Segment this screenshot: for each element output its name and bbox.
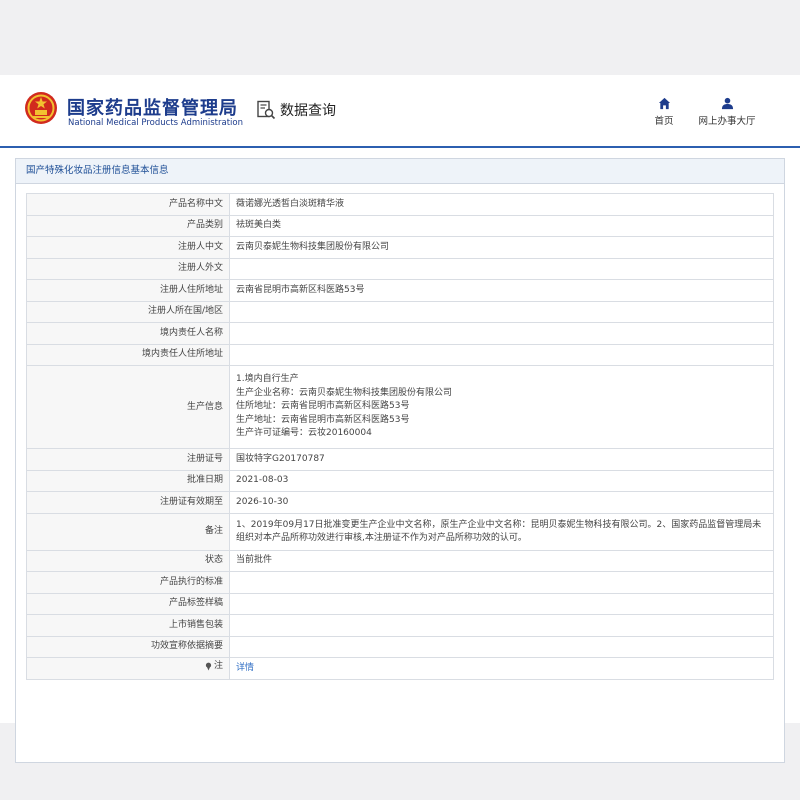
table-row: 功效宣称依据摘要	[26, 635, 774, 658]
data-search-icon	[257, 100, 276, 120]
row-value: 祛斑美白类	[229, 214, 774, 237]
table-row: 注册人所在国/地区	[26, 300, 774, 323]
table-row: 产品执行的标准	[26, 571, 774, 594]
row-label: 批准日期	[26, 469, 230, 492]
row-label: 注册人外文	[26, 257, 230, 280]
row-value	[229, 614, 774, 637]
table-row: 注册证有效期至 2026-10-30	[26, 491, 774, 514]
nav-online-service-button[interactable]: 网上办事大厅	[692, 97, 762, 127]
table-row: 产品类别 祛斑美白类	[26, 214, 774, 237]
user-icon	[721, 97, 733, 110]
registration-info-table: 产品名称中文 薇诺娜光透皙白淡斑精华液 产品类别 祛斑美白类 注册人中文 云南贝…	[26, 193, 774, 680]
table-row: 注册人住所地址 云南省昆明市高新区科医路53号	[26, 279, 774, 302]
row-value	[229, 592, 774, 615]
row-label: 上市销售包装	[26, 614, 230, 637]
row-value: 云南省昆明市高新区科医路53号	[229, 279, 774, 302]
header-divider	[0, 146, 800, 148]
nav-home-label: 首页	[654, 116, 674, 127]
row-label: 产品类别	[26, 214, 230, 237]
nav-home-button[interactable]: 首页	[629, 97, 699, 127]
row-label: 备注	[26, 512, 230, 551]
brand-title-cn: 国家药品监督管理局	[67, 98, 238, 119]
data-query-link[interactable]: 数据查询	[256, 99, 336, 121]
row-value: 2026-10-30	[229, 491, 774, 514]
row-label: 生产信息	[26, 365, 230, 449]
row-value	[229, 322, 774, 345]
row-value	[229, 571, 774, 594]
data-query-label: 数据查询	[280, 103, 336, 119]
row-value: 薇诺娜光透皙白淡斑精华液	[229, 193, 774, 216]
row-value: 2021-08-03	[229, 469, 774, 492]
registration-info-panel: 国产特殊化妆品注册信息基本信息 产品名称中文 薇诺娜光透皙白淡斑精华液 产品类别…	[15, 158, 785, 763]
table-row: 状态 当前批件	[26, 549, 774, 572]
table-row: 产品标签样稿	[26, 592, 774, 615]
row-label: 注册人中文	[26, 236, 230, 259]
row-value	[229, 343, 774, 366]
row-label: 功效宣称依据摘要	[26, 635, 230, 658]
table-row: 境内责任人住所地址	[26, 343, 774, 366]
row-label: 境内责任人名称	[26, 322, 230, 345]
table-row: 境内责任人名称	[26, 322, 774, 345]
row-label: 产品标签样稿	[26, 592, 230, 615]
brand-title-en: National Medical Products Administration	[68, 118, 243, 128]
table-row: 生产信息 1.境内自行生产 生产企业名称：云南贝泰妮生物科技集团股份有限公司 住…	[26, 365, 774, 449]
row-value: 国妆特字G20170787	[229, 448, 774, 471]
table-row: 注 详情	[26, 657, 774, 680]
table-row: 上市销售包装	[26, 614, 774, 637]
table-row: 注册人中文 云南贝泰妮生物科技集团股份有限公司	[26, 236, 774, 259]
national-emblem-icon	[25, 92, 57, 124]
row-value	[229, 257, 774, 280]
row-value: 当前批件	[229, 549, 774, 572]
remarks-value: 1、2019年09月17日批准变更生产企业中文名称，原生产企业中文名称：昆明贝泰…	[229, 512, 774, 551]
row-label: 注册证有效期至	[26, 491, 230, 514]
row-value: 云南贝泰妮生物科技集团股份有限公司	[229, 236, 774, 259]
production-line: 住所地址：云南省昆明市高新区科医路53号	[236, 401, 410, 412]
home-icon	[658, 97, 670, 110]
panel-title: 国产特殊化妆品注册信息基本信息	[16, 159, 784, 184]
production-line: 生产企业名称：云南贝泰妮生物科技集团股份有限公司	[236, 387, 453, 398]
row-label: 境内责任人住所地址	[26, 343, 230, 366]
row-label: 产品执行的标准	[26, 571, 230, 594]
note-label-text: 注	[213, 661, 223, 672]
row-label: 状态	[26, 549, 230, 572]
top-navigation-bar: 国家药品监督管理局 National Medical Products Admi…	[0, 75, 800, 146]
production-line: 生产许可证编号：云妆20160004	[236, 428, 372, 439]
nav-online-service-label: 网上办事大厅	[698, 116, 756, 127]
table-row: 备注 1、2019年09月17日批准变更生产企业中文名称，原生产企业中文名称：昆…	[26, 512, 774, 551]
note-label-cell: 注	[26, 657, 230, 680]
table-row: 产品名称中文 薇诺娜光透皙白淡斑精华液	[26, 193, 774, 216]
page-content: 国家药品监督管理局 National Medical Products Admi…	[0, 75, 800, 763]
production-line: 1.境内自行生产	[236, 374, 299, 385]
production-line: 生产地址：云南省昆明市高新区科医路53号	[236, 414, 410, 425]
row-label: 注册证号	[26, 448, 230, 471]
table-row: 注册证号 国妆特字G20170787	[26, 448, 774, 471]
note-label: 注	[205, 660, 223, 673]
row-label: 注册人住所地址	[26, 279, 230, 302]
table-row: 注册人外文	[26, 257, 774, 280]
row-label: 产品名称中文	[26, 193, 230, 216]
row-value	[229, 635, 774, 658]
pin-icon	[205, 662, 212, 671]
production-info-value: 1.境内自行生产 生产企业名称：云南贝泰妮生物科技集团股份有限公司 住所地址：云…	[229, 365, 774, 449]
details-link[interactable]: 详情	[236, 663, 254, 673]
row-value	[229, 300, 774, 323]
table-row: 批准日期 2021-08-03	[26, 469, 774, 492]
row-value: 详情	[229, 657, 774, 680]
row-label: 注册人所在国/地区	[26, 300, 230, 323]
